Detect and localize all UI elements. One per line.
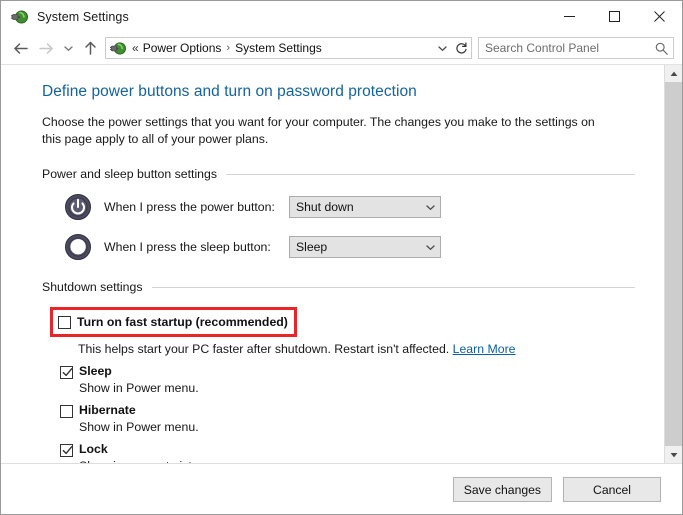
- hibernate-option-label: Hibernate: [79, 403, 136, 417]
- fast-startup-checkbox[interactable]: [58, 316, 71, 329]
- scrollbar-thumb[interactable]: [665, 82, 682, 446]
- breadcrumb-overflow[interactable]: «: [130, 41, 141, 55]
- address-bar[interactable]: « Power Options › System Settings: [105, 37, 472, 59]
- breadcrumb-separator: ›: [223, 42, 233, 54]
- page-description: Choose the power settings that you want …: [42, 114, 607, 148]
- settings-panel: Define power buttons and turn on passwor…: [1, 65, 664, 463]
- save-changes-button[interactable]: Save changes: [453, 477, 552, 502]
- sleep-option-label: Sleep: [79, 364, 112, 378]
- sleep-option-description: Show in Power menu.: [79, 381, 664, 395]
- power-section-header: Power and sleep button settings: [42, 167, 664, 181]
- power-button-label: When I press the power button:: [104, 200, 289, 214]
- cancel-button[interactable]: Cancel: [563, 477, 661, 502]
- fast-startup-description-text: This helps start your PC faster after sh…: [78, 342, 449, 356]
- search-input[interactable]: [479, 41, 649, 55]
- scroll-up-icon[interactable]: [665, 65, 682, 82]
- content-area: Define power buttons and turn on passwor…: [1, 64, 682, 463]
- close-icon[interactable]: [637, 1, 682, 32]
- lock-option-row: Lock: [60, 442, 664, 457]
- power-button-setting-row: When I press the power button: Shut down: [64, 193, 664, 221]
- sleep-button-label: When I press the sleep button:: [104, 240, 289, 254]
- power-plug-icon: [11, 8, 28, 25]
- shutdown-options-list: Sleep Show in Power menu. Hibernate Show…: [60, 364, 664, 463]
- sleep-button-dropdown-value: Sleep: [290, 240, 420, 254]
- breadcrumb-system-settings[interactable]: System Settings: [233, 41, 324, 55]
- shutdown-section-header: Shutdown settings: [42, 280, 664, 294]
- fast-startup-label: Turn on fast startup (recommended): [77, 315, 288, 329]
- power-section-label: Power and sleep button settings: [42, 167, 226, 181]
- forward-arrow-icon: [33, 35, 59, 61]
- chevron-down-icon: [420, 244, 440, 251]
- sleep-button-setting-row: When I press the sleep button: Sleep: [64, 233, 664, 261]
- address-power-plug-icon: [110, 40, 126, 56]
- maximize-icon[interactable]: [592, 1, 637, 32]
- hibernate-option-row: Hibernate: [60, 403, 664, 418]
- minimize-icon[interactable]: [547, 1, 592, 32]
- lock-option-description: Show in account picture menu.: [79, 459, 664, 463]
- learn-more-link[interactable]: Learn More: [453, 342, 516, 356]
- sleep-button-dropdown[interactable]: Sleep: [289, 236, 441, 258]
- vertical-scrollbar[interactable]: [664, 65, 682, 463]
- title-bar: System Settings: [1, 1, 682, 32]
- lock-checkbox[interactable]: [60, 444, 73, 457]
- address-chevron-down-icon[interactable]: [434, 45, 451, 52]
- hibernate-option-description: Show in Power menu.: [79, 420, 664, 434]
- scrollbar-track[interactable]: [665, 82, 682, 446]
- dialog-footer: Save changes Cancel: [1, 463, 682, 515]
- hibernate-checkbox[interactable]: [60, 405, 73, 418]
- scroll-down-icon[interactable]: [665, 446, 682, 463]
- back-arrow-icon[interactable]: [7, 35, 33, 61]
- chevron-down-icon: [420, 204, 440, 211]
- section-divider: [226, 174, 635, 175]
- section-divider: [152, 287, 636, 288]
- window-controls: [547, 1, 682, 32]
- shutdown-settings-section: Shutdown settings Turn on fast startup (…: [42, 280, 664, 463]
- power-button-dropdown-value: Shut down: [290, 200, 420, 214]
- sleep-moon-icon: [64, 233, 92, 261]
- power-button-dropdown[interactable]: Shut down: [289, 196, 441, 218]
- up-arrow-icon[interactable]: [77, 35, 103, 61]
- refresh-icon[interactable]: [451, 42, 471, 55]
- fast-startup-highlight-box: Turn on fast startup (recommended): [50, 307, 297, 337]
- lock-option-label: Lock: [79, 442, 108, 456]
- power-button-icon: [64, 193, 92, 221]
- window-title: System Settings: [37, 10, 129, 24]
- page-title: Define power buttons and turn on passwor…: [42, 83, 664, 101]
- breadcrumb-power-options[interactable]: Power Options: [141, 41, 224, 55]
- recent-locations-chevron-down-icon[interactable]: [59, 35, 77, 61]
- navigation-toolbar: « Power Options › System Settings: [1, 32, 682, 64]
- shutdown-section-label: Shutdown settings: [42, 280, 152, 294]
- search-box[interactable]: [478, 37, 674, 59]
- fast-startup-description: This helps start your PC faster after sh…: [78, 342, 664, 356]
- sleep-option-row: Sleep: [60, 364, 664, 379]
- search-icon[interactable]: [649, 42, 673, 55]
- system-settings-window: System Settings: [0, 0, 683, 515]
- sleep-checkbox[interactable]: [60, 366, 73, 379]
